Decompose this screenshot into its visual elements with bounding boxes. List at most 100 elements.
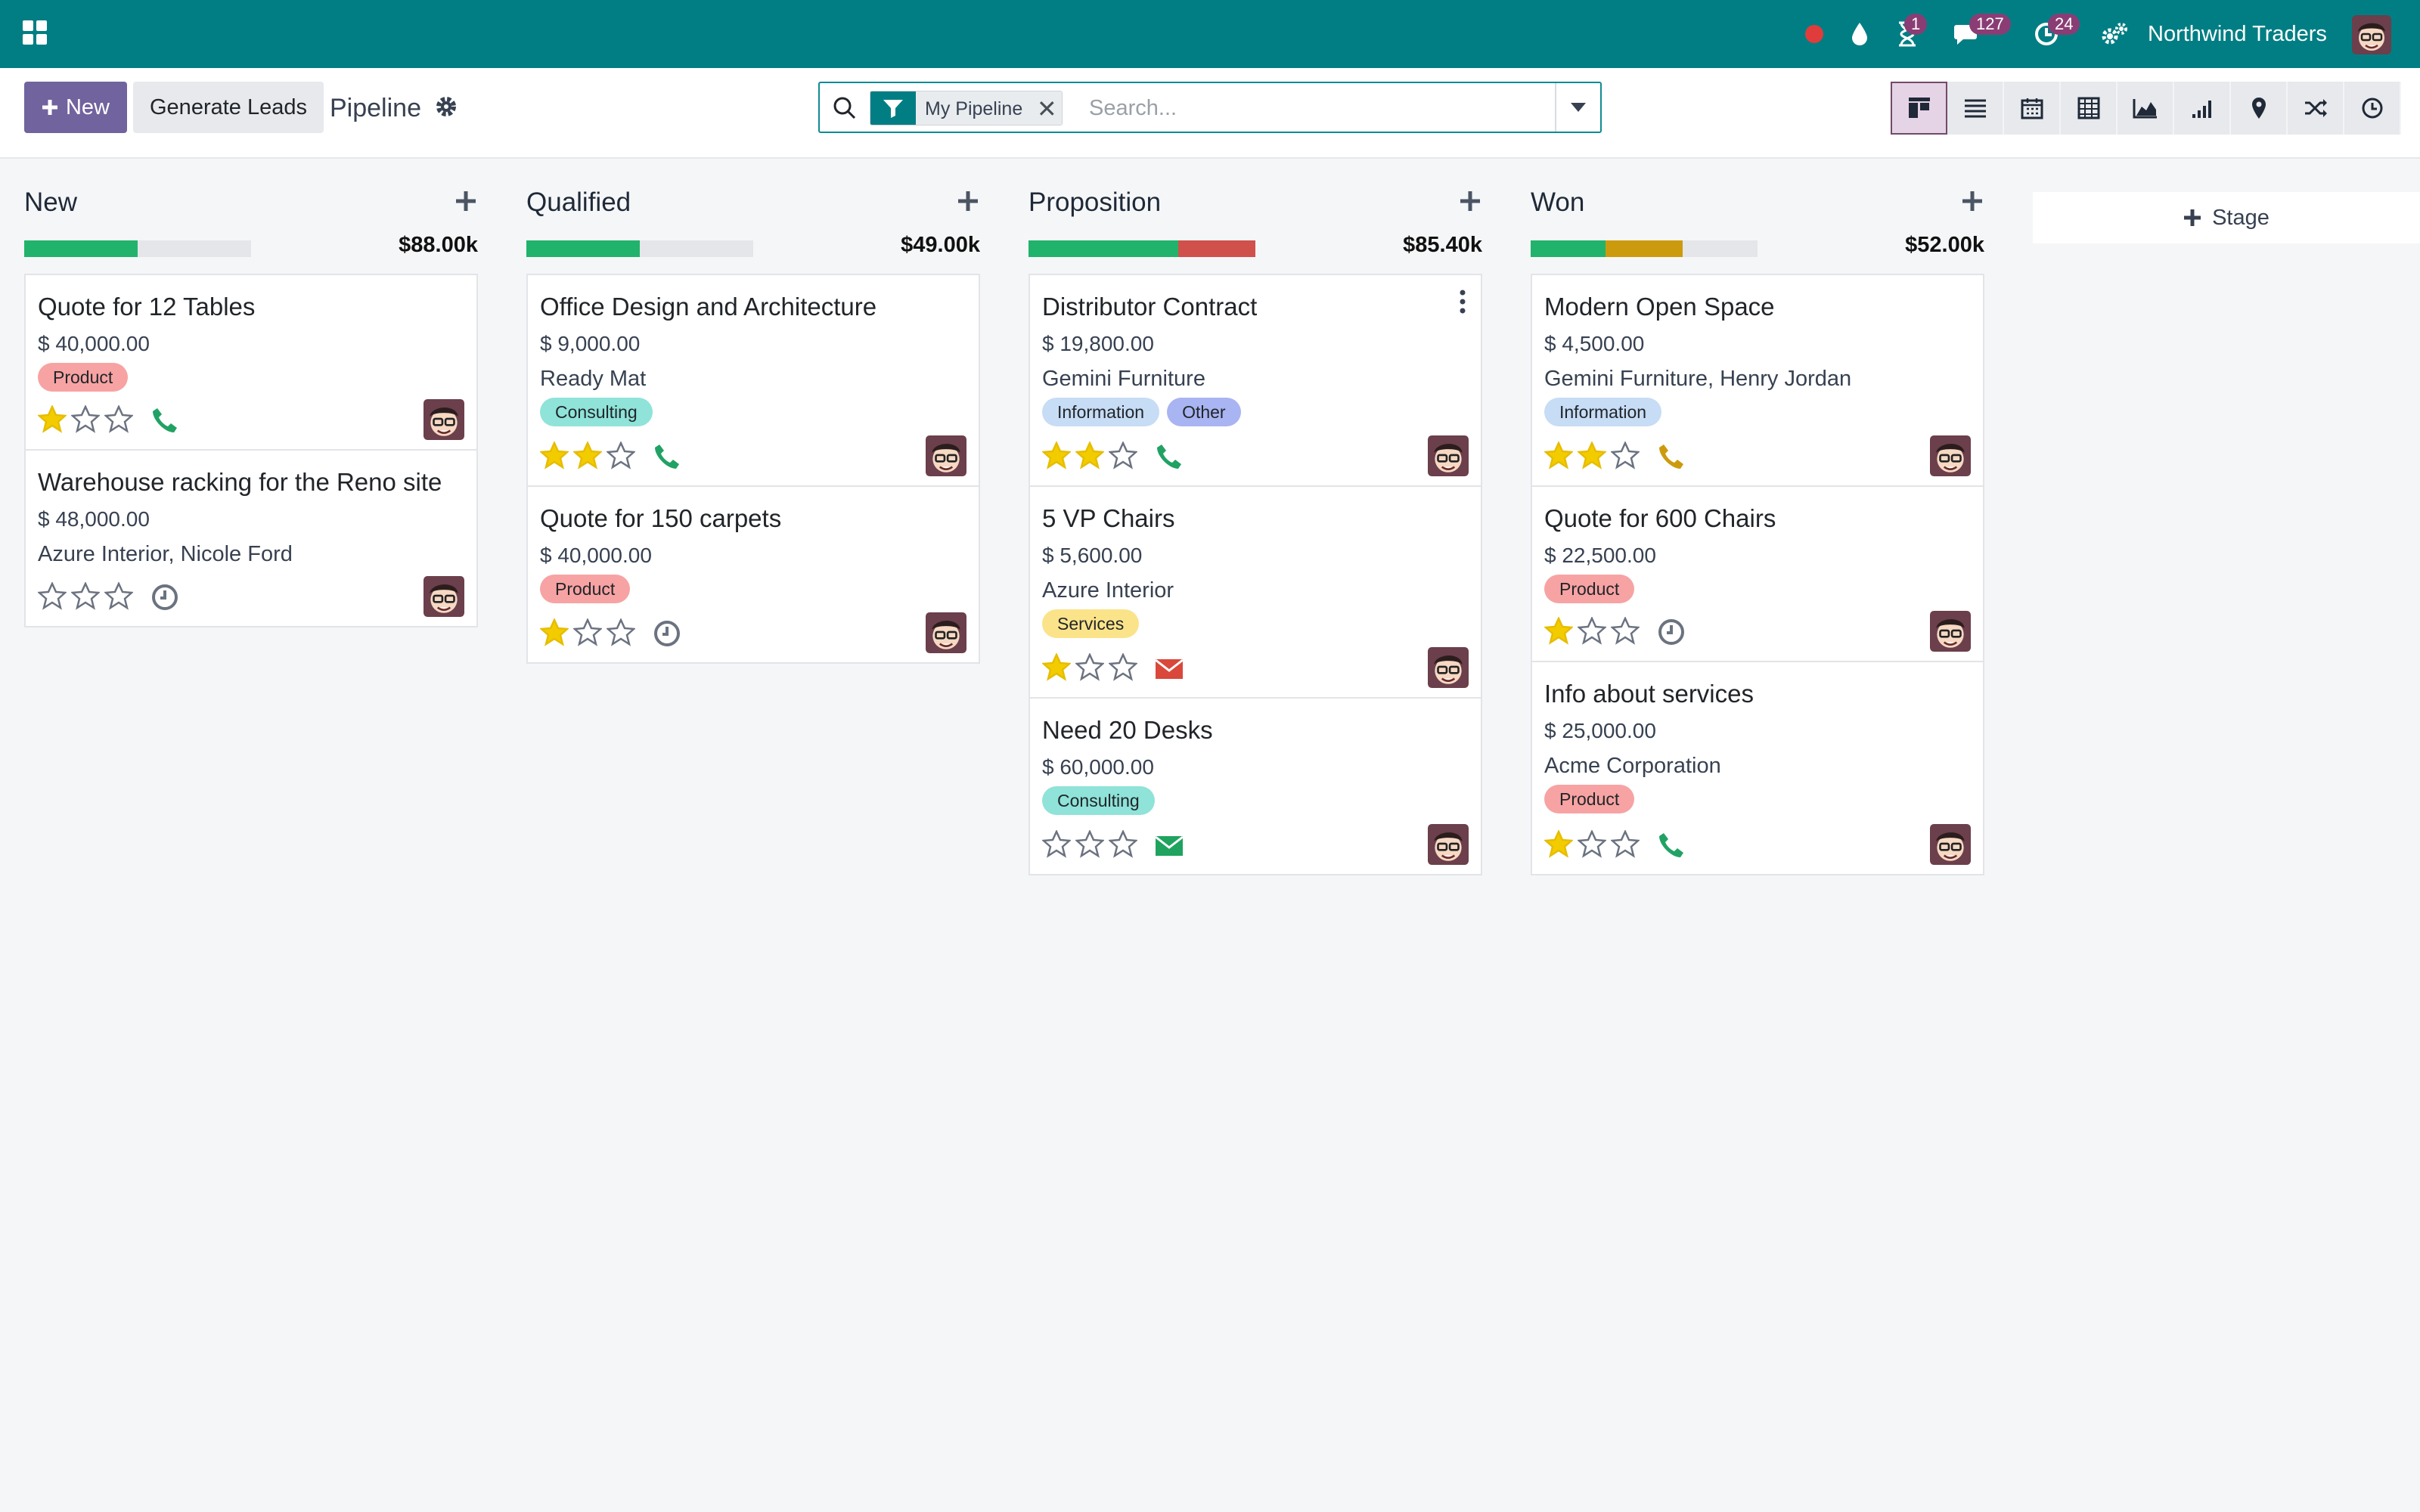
opportunity-card[interactable]: Need 20 Desks $ 60,000.00 Consulting	[1030, 699, 1481, 874]
priority-star-icon[interactable]	[1578, 617, 1606, 646]
priority-star-icon[interactable]	[1042, 653, 1071, 682]
priority-star-icon[interactable]	[1075, 653, 1104, 682]
quick-create-plus-icon[interactable]	[1458, 189, 1482, 213]
column-title[interactable]: Won	[1531, 181, 1584, 224]
envelope-icon[interactable]	[1154, 653, 1184, 683]
quick-create-plus-icon[interactable]	[1960, 189, 1984, 213]
graph-view-button[interactable]	[2118, 82, 2174, 135]
priority-star-icon[interactable]	[1544, 830, 1573, 859]
opportunity-card[interactable]: Quote for 12 Tables $ 40,000.00 Product	[26, 275, 476, 451]
salesperson-avatar[interactable]	[424, 399, 464, 440]
clock-icon[interactable]	[652, 618, 682, 649]
history-view-button[interactable]	[2344, 82, 2401, 135]
priority-star-icon[interactable]	[71, 405, 100, 434]
progress-segment[interactable]	[1531, 240, 1606, 257]
facet-remove-icon[interactable]: ✕	[1032, 91, 1063, 125]
priority-star-icon[interactable]	[38, 405, 67, 434]
priority-star-icon[interactable]	[104, 582, 133, 611]
opportunity-card[interactable]: Modern Open Space $ 4,500.00 Gemini Furn…	[1532, 275, 1983, 487]
new-button[interactable]: New	[24, 82, 127, 133]
opportunity-card[interactable]: Distributor Contract $ 19,800.00 Gemini …	[1030, 275, 1481, 487]
priority-star-icon[interactable]	[1109, 442, 1137, 470]
column-title[interactable]: Proposition	[1028, 181, 1161, 224]
opportunity-card[interactable]: Quote for 600 Chairs $ 22,500.00 Product	[1532, 487, 1983, 662]
opportunity-card[interactable]: Office Design and Architecture $ 9,000.0…	[528, 275, 979, 487]
card-menu-icon[interactable]	[1458, 289, 1467, 314]
salesperson-avatar[interactable]	[1428, 435, 1469, 476]
map-view-button[interactable]	[2231, 82, 2288, 135]
phone-icon[interactable]	[1154, 442, 1184, 472]
activity-view-button[interactable]	[2288, 82, 2344, 135]
priority-star-icon[interactable]	[1042, 442, 1071, 470]
add-stage-button[interactable]: Stage	[2033, 192, 2420, 243]
quick-create-plus-icon[interactable]	[956, 189, 980, 213]
record-dot-icon[interactable]	[1803, 0, 1826, 68]
generate-leads-button[interactable]: Generate Leads	[133, 82, 324, 133]
progress-segment[interactable]	[526, 240, 640, 257]
priority-star-icon[interactable]	[1578, 830, 1606, 859]
salesperson-avatar[interactable]	[1428, 824, 1469, 865]
priority-star-icon[interactable]	[540, 442, 569, 470]
progress-segment[interactable]	[1028, 240, 1178, 257]
filter-facet[interactable]: My Pipeline ✕	[870, 91, 1063, 125]
drop-icon[interactable]	[1848, 0, 1871, 68]
phone-icon[interactable]	[1656, 442, 1686, 472]
priority-star-icon[interactable]	[1611, 442, 1640, 470]
salesperson-avatar[interactable]	[1428, 647, 1469, 688]
salesperson-avatar[interactable]	[926, 612, 966, 653]
priority-star-icon[interactable]	[573, 442, 602, 470]
priority-star-icon[interactable]	[573, 618, 602, 647]
priority-star-icon[interactable]	[1075, 830, 1104, 859]
priority-star-icon[interactable]	[104, 405, 133, 434]
priority-star-icon[interactable]	[1109, 830, 1137, 859]
priority-star-icon[interactable]	[1109, 653, 1137, 682]
opportunity-card[interactable]: 5 VP Chairs $ 5,600.00 Azure Interior Se…	[1030, 487, 1481, 699]
progress-segment[interactable]	[1606, 240, 1683, 257]
cohort-view-button[interactable]	[2174, 82, 2231, 135]
salesperson-avatar[interactable]	[1930, 824, 1971, 865]
settings-gears-icon[interactable]	[2099, 0, 2130, 68]
company-name[interactable]: Northwind Traders	[2148, 0, 2327, 68]
quick-create-plus-icon[interactable]	[454, 189, 478, 213]
priority-star-icon[interactable]	[1075, 442, 1104, 470]
priority-star-icon[interactable]	[1042, 830, 1071, 859]
card-title: Warehouse racking for the Reno site	[38, 468, 442, 496]
search-input[interactable]	[1089, 91, 1535, 125]
pivot-view-button[interactable]	[2061, 82, 2118, 135]
opportunity-card[interactable]: Warehouse racking for the Reno site $ 48…	[26, 451, 476, 626]
calendar-view-button[interactable]	[2004, 82, 2061, 135]
progress-segment[interactable]	[1178, 240, 1255, 257]
priority-star-icon[interactable]	[1544, 442, 1573, 470]
salesperson-avatar[interactable]	[424, 576, 464, 617]
opportunity-card[interactable]: Quote for 150 carpets $ 40,000.00 Produc…	[528, 487, 979, 662]
phone-icon[interactable]	[652, 442, 682, 472]
column-title[interactable]: Qualified	[526, 181, 631, 224]
priority-star-icon[interactable]	[1578, 442, 1606, 470]
priority-star-icon[interactable]	[38, 582, 67, 611]
phone-icon[interactable]	[150, 405, 180, 435]
user-avatar[interactable]	[2352, 15, 2391, 54]
clock-icon[interactable]	[150, 582, 180, 612]
salesperson-avatar[interactable]	[1930, 435, 1971, 476]
envelope-icon[interactable]	[1154, 830, 1184, 860]
gear-icon[interactable]	[434, 94, 458, 119]
priority-star-icon[interactable]	[1544, 617, 1573, 646]
salesperson-avatar[interactable]	[926, 435, 966, 476]
opportunity-card[interactable]: Info about services $ 25,000.00 Acme Cor…	[1532, 662, 1983, 874]
priority-star-icon[interactable]	[607, 618, 635, 647]
salesperson-avatar[interactable]	[1930, 611, 1971, 652]
priority-star-icon[interactable]	[607, 442, 635, 470]
apps-menu-icon[interactable]	[23, 20, 47, 45]
column-title[interactable]: New	[24, 181, 77, 224]
search-icon[interactable]	[832, 95, 858, 121]
kanban-view-button[interactable]	[1891, 82, 1947, 135]
progress-segment[interactable]	[24, 240, 138, 257]
phone-icon[interactable]	[1656, 830, 1686, 860]
priority-star-icon[interactable]	[540, 618, 569, 647]
priority-star-icon[interactable]	[1611, 617, 1640, 646]
list-view-button[interactable]	[1947, 82, 2004, 135]
priority-star-icon[interactable]	[1611, 830, 1640, 859]
priority-star-icon[interactable]	[71, 582, 100, 611]
clock-icon[interactable]	[1656, 617, 1686, 647]
search-options-toggle[interactable]	[1555, 83, 1600, 132]
